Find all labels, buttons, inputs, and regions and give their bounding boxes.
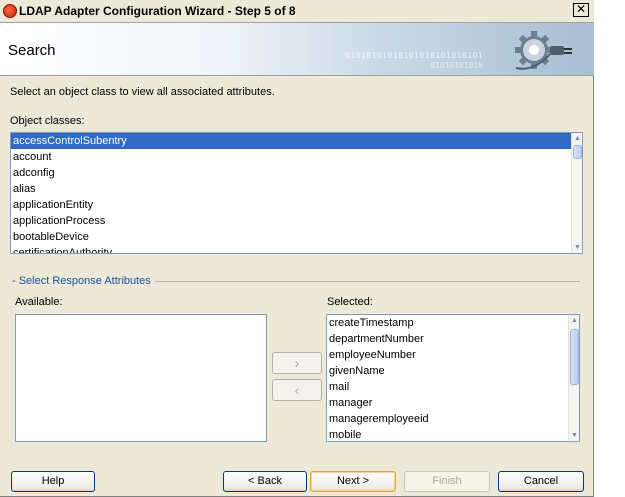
window-title: LDAP Adapter Configuration Wizard - Step… — [19, 4, 296, 18]
selected-attribute-item[interactable]: manager — [327, 395, 579, 411]
object-class-item[interactable]: bootableDevice — [11, 229, 582, 245]
scroll-thumb[interactable] — [570, 329, 579, 385]
oracle-app-icon — [3, 4, 17, 18]
object-classes-items: accessControlSubentry account adconfig alia… — [11, 133, 582, 253]
cancel-button[interactable]: Cancel — [498, 471, 584, 492]
object-class-item[interactable]: adconfig — [11, 165, 582, 181]
close-button[interactable]: ✕ — [573, 3, 589, 17]
help-button-label: Help — [41, 475, 65, 487]
selected-attribute-item[interactable]: manageremployeeid — [327, 411, 579, 427]
back-button[interactable]: < Back — [223, 471, 307, 492]
object-classes-list[interactable]: accessControlSubentry account adconfig alia… — [10, 132, 583, 254]
selected-attributes-scrollbar[interactable]: ▲ ▼ — [568, 315, 579, 441]
scroll-down-arrow-icon[interactable]: ▼ — [572, 242, 582, 253]
selected-attribute-item[interactable]: mail — [327, 379, 579, 395]
finish-button[interactable]: Finish — [404, 471, 490, 492]
title-bar: LDAP Adapter Configuration Wizard - Step… — [0, 0, 594, 22]
object-classes-label-text: Object classes: — [10, 115, 85, 127]
banner-binary-text: 01010101010101010101010101 — [345, 51, 484, 60]
object-class-item[interactable]: alias — [11, 181, 582, 197]
object-class-item[interactable]: applicationEntity — [11, 197, 582, 213]
move-left-button[interactable]: ‹ — [272, 379, 322, 401]
object-class-item[interactable]: certificationAuthority — [11, 245, 582, 253]
object-class-item[interactable]: applicationProcess — [11, 213, 582, 229]
selected-attributes-items: createTimestamp departmentNumber employeeN… — [327, 315, 579, 441]
gear-plug-icon — [515, 31, 572, 70]
group-divider — [155, 281, 580, 282]
scroll-up-arrow-icon[interactable]: ▲ — [572, 133, 582, 144]
scroll-thumb[interactable] — [573, 145, 582, 159]
object-class-item[interactable]: account — [11, 149, 582, 165]
object-classes-label: Object classes: — [10, 115, 85, 127]
response-attributes-group-label: - Select Response Attributes — [12, 275, 155, 287]
help-button[interactable]: Help — [11, 471, 95, 492]
cancel-button-label: Cancel — [523, 475, 559, 487]
object-class-item[interactable]: accessControlSubentry — [11, 133, 582, 149]
next-button-label: Next > — [336, 475, 370, 487]
selected-attribute-item[interactable]: departmentNumber — [327, 331, 579, 347]
selected-attribute-item[interactable]: createTimestamp — [327, 315, 579, 331]
back-button-label: < Back — [248, 475, 282, 487]
move-right-button[interactable]: › — [272, 352, 322, 374]
selected-label: Selected: — [327, 296, 373, 308]
selected-attribute-item[interactable]: mobile — [327, 427, 579, 441]
scroll-up-arrow-icon[interactable]: ▲ — [569, 315, 579, 326]
next-button[interactable]: Next > — [310, 471, 396, 492]
instruction-text: Select an object class to view all assoc… — [10, 86, 275, 98]
selected-attribute-item[interactable]: givenName — [327, 363, 579, 379]
finish-button-label: Finish — [432, 475, 462, 487]
page-title: Search — [8, 42, 56, 59]
wizard-window: LDAP Adapter Configuration Wizard - Step… — [0, 0, 594, 497]
selected-attributes-list[interactable]: createTimestamp departmentNumber employeeN… — [326, 314, 580, 442]
scroll-down-arrow-icon[interactable]: ▼ — [569, 430, 579, 441]
available-attributes-list[interactable] — [15, 314, 267, 442]
banner-binary-text-2: 01010101010 — [430, 61, 483, 70]
available-label: Available: — [15, 296, 63, 308]
object-classes-scrollbar[interactable]: ▲ ▼ — [571, 133, 582, 253]
wizard-banner: Search 01010101010101010101010101 010101… — [0, 22, 594, 76]
selected-attribute-item[interactable]: employeeNumber — [327, 347, 579, 363]
